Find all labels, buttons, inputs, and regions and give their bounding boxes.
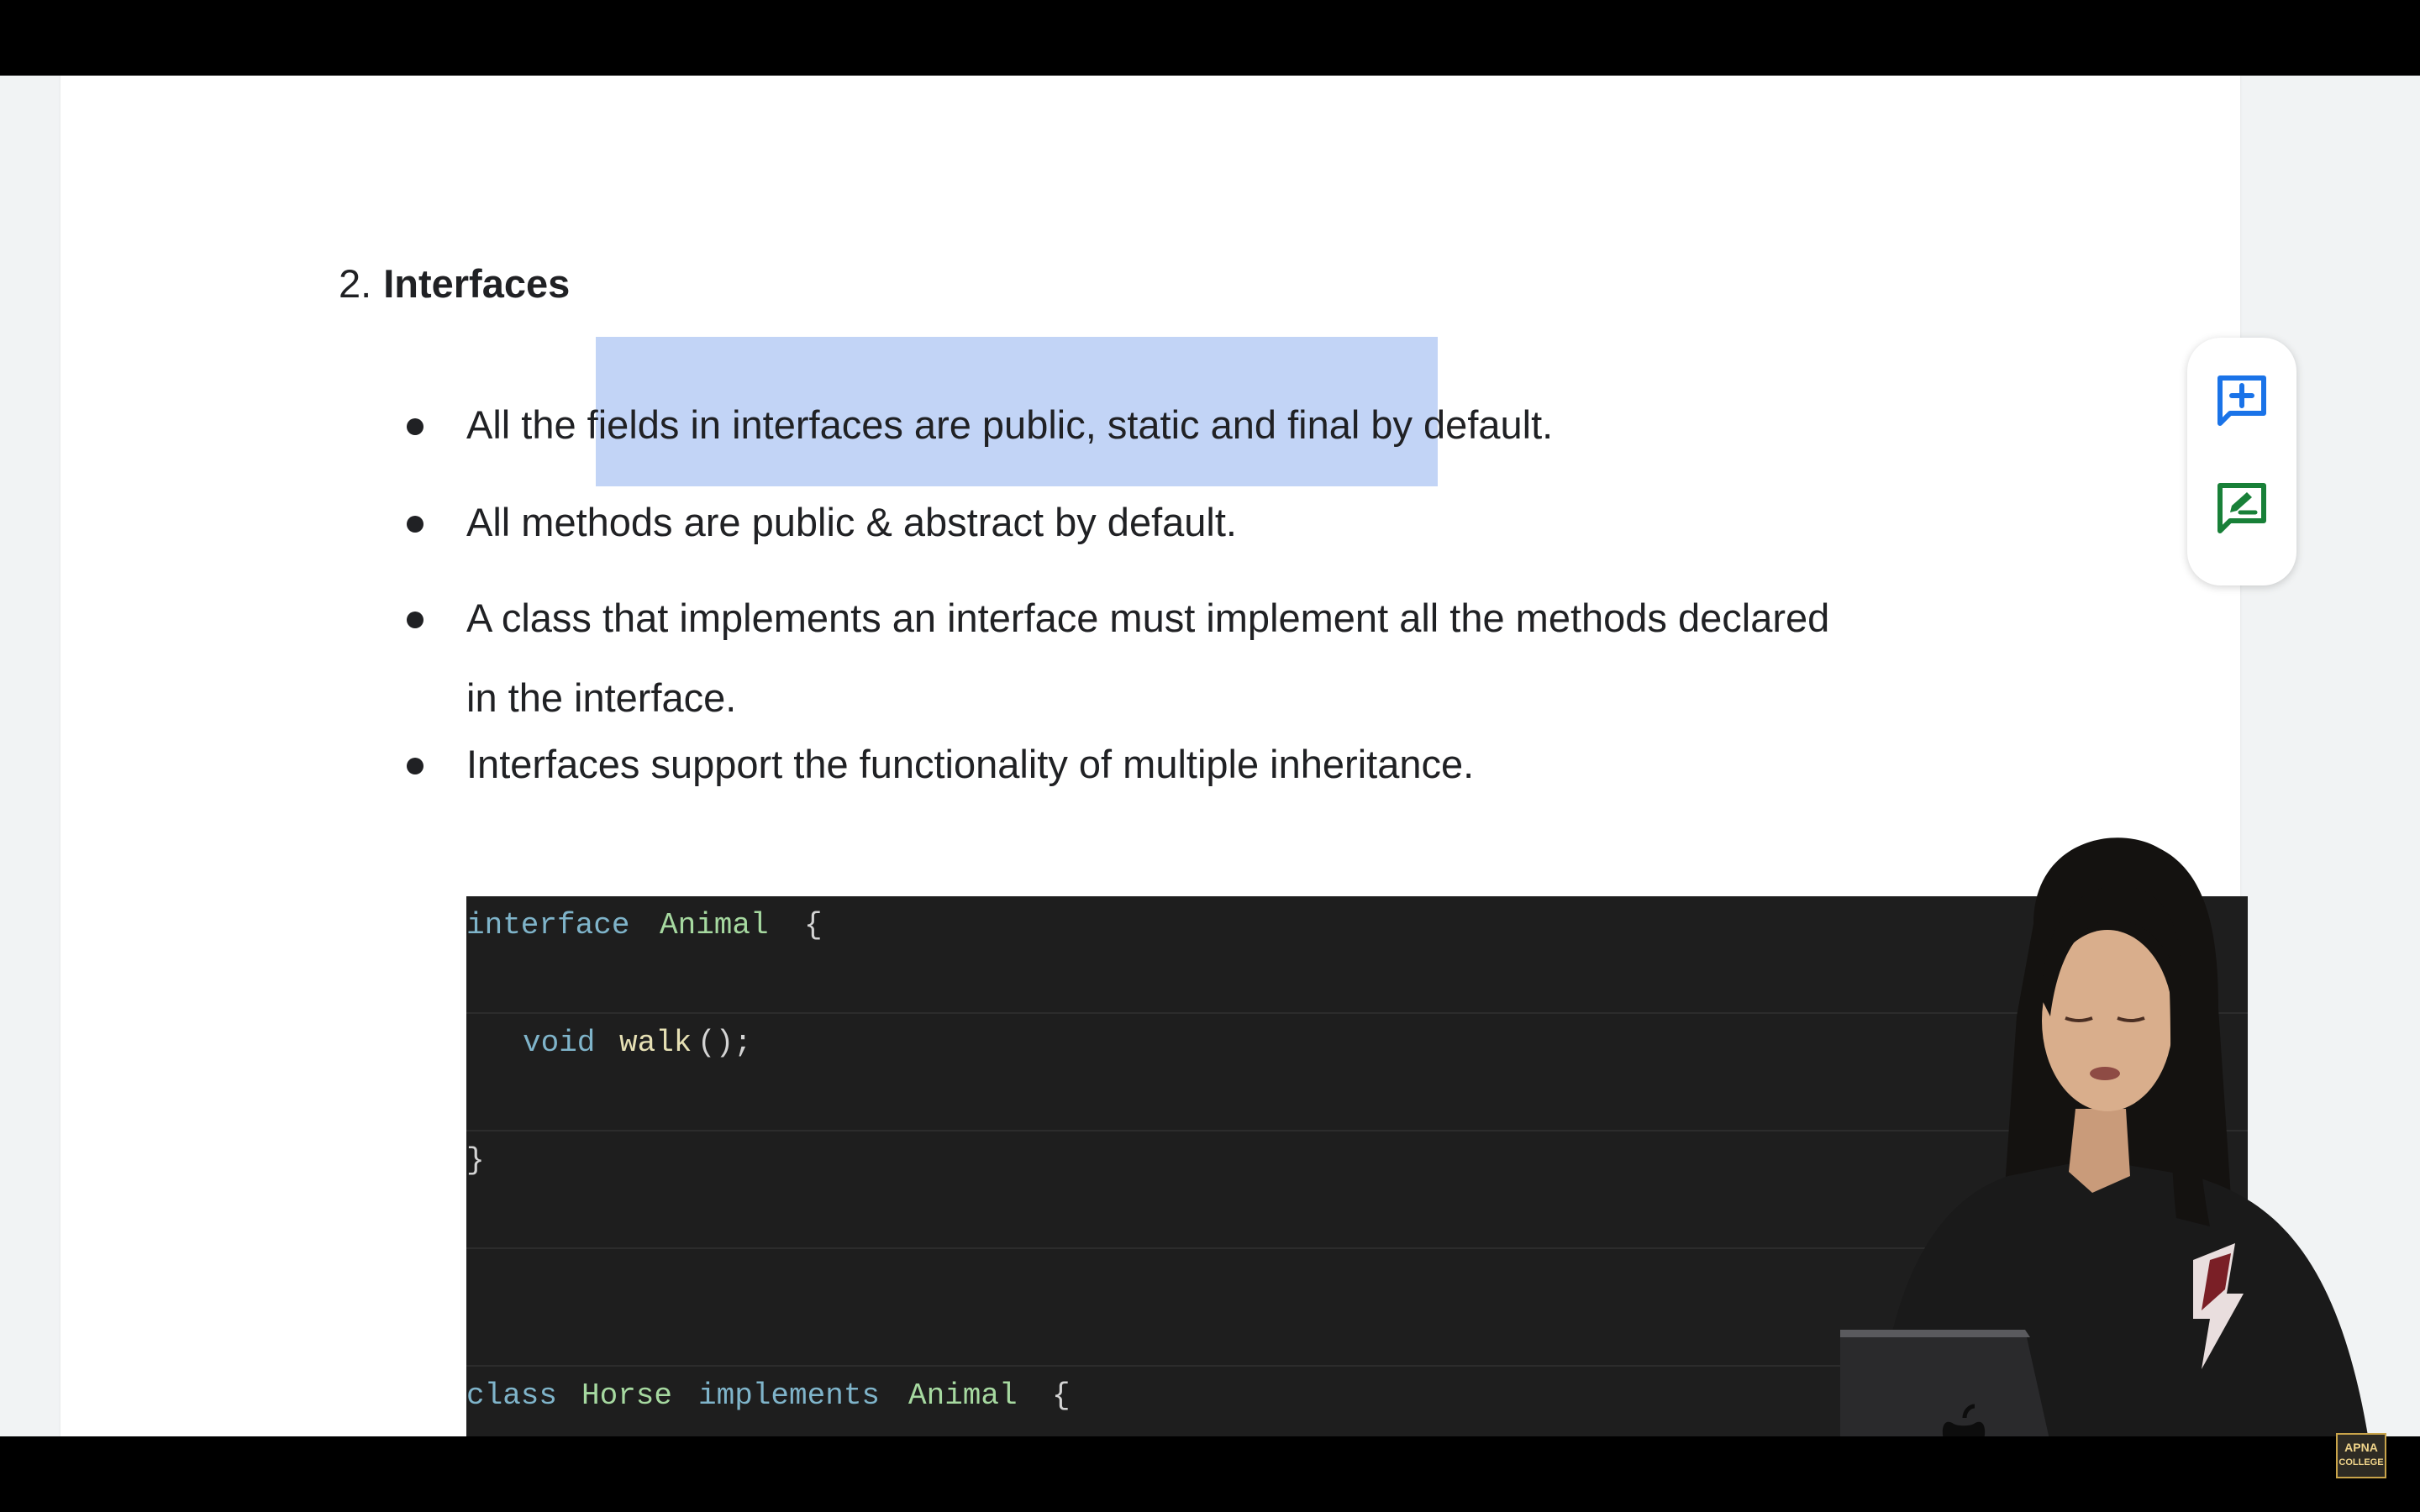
bullet-text[interactable]: Interfaces support the functionality of …: [466, 724, 1474, 804]
bullet-text[interactable]: All methods are public & abstract by def…: [466, 482, 1237, 562]
add-comment-icon: [2217, 375, 2266, 426]
video-frame: 2. Interfaces All the fields in interface…: [0, 76, 2420, 1436]
suggest-edit-icon: [2217, 483, 2266, 533]
code-type: Animal: [660, 908, 769, 942]
code-type: Animal: [908, 1378, 1018, 1413]
bullet-dot: [407, 516, 424, 533]
channel-logo: APNA COLLEGE: [2336, 1433, 2386, 1478]
add-comment-button[interactable]: [2215, 373, 2269, 427]
code-punctuation: }: [466, 1143, 485, 1178]
code-type: Horse: [581, 1378, 673, 1413]
section-number: 2.: [339, 261, 372, 306]
logo-line1: APNA: [2344, 1441, 2378, 1454]
code-keyword: void: [523, 1026, 596, 1060]
code-keyword: class: [466, 1378, 558, 1413]
code-function: walk: [619, 1026, 692, 1060]
section-title: Interfaces: [383, 261, 571, 306]
code-keyword: implements: [698, 1378, 881, 1413]
bullet-text[interactable]: All the fields in interfaces are public,…: [466, 385, 1553, 465]
code-keyword: interface: [466, 908, 630, 942]
video-letterbox-top: [0, 0, 2420, 76]
section-heading: 2. Interfaces: [339, 260, 570, 307]
logo-line2: COLLEGE: [2338, 1457, 2384, 1467]
suggest-edit-button[interactable]: [2215, 480, 2269, 534]
bullet-dot: [407, 612, 424, 628]
bullet-dot: [407, 758, 424, 774]
code-punctuation: ();: [697, 1026, 752, 1060]
code-punctuation: {: [1052, 1378, 1071, 1413]
bullet-dot: [407, 418, 424, 435]
floating-action-panel: [2187, 338, 2296, 585]
presenter-video-overlay: [1840, 837, 2369, 1436]
bullet-text-line1[interactable]: A class that implements an interface mus…: [466, 578, 1829, 658]
video-letterbox-bottom: [0, 1436, 2420, 1512]
code-punctuation: {: [804, 908, 823, 942]
